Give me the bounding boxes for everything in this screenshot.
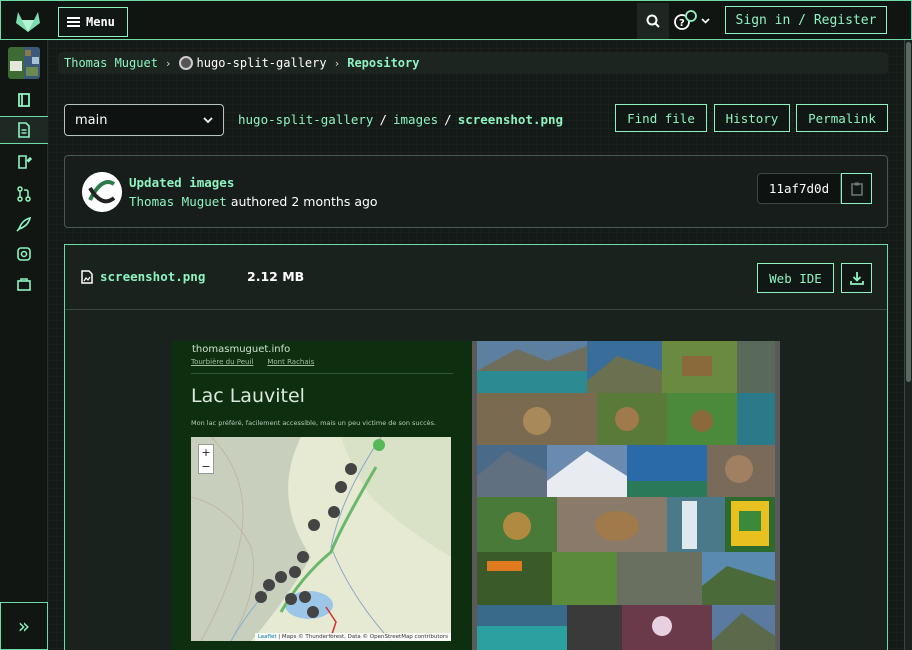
- path-folder[interactable]: images: [393, 112, 438, 127]
- file-size: 2.12 MB: [247, 269, 305, 284]
- map-zoom-out: −: [201, 459, 211, 473]
- history-button[interactable]: History: [714, 104, 790, 132]
- map-zoom-controls: + −: [198, 444, 214, 474]
- last-commit-panel: Updated images Thomas Muguet authored 2 …: [64, 155, 888, 228]
- gallery-thumbnails: [477, 341, 775, 650]
- releases-icon: [17, 247, 31, 261]
- preview-site-name: thomasmuguet.info: [192, 344, 291, 355]
- chevron-down-icon: [203, 116, 213, 123]
- preview-page: thomasmuguet.info Tourbière du Peuil Mon…: [172, 341, 472, 650]
- commit-meta: Thomas Muguet authored 2 months ago: [129, 194, 378, 209]
- commit-sha: 11af7d0d: [757, 173, 841, 204]
- top-bar: Menu ? Sign in / Register: [0, 0, 912, 40]
- menu-label: Menu: [86, 15, 115, 29]
- map-attribution-text: | Maps © Thunderforest, Data © OpenStree…: [276, 634, 448, 640]
- issues-icon: [18, 155, 32, 169]
- svg-text:?: ?: [679, 18, 685, 29]
- permalink-button[interactable]: Permalink: [796, 104, 888, 132]
- copy-icon: [850, 182, 863, 196]
- preview-prev-link: Tourbière du Peuil: [191, 358, 254, 366]
- chevron-down-icon: [701, 18, 710, 24]
- menu-button[interactable]: Menu: [58, 7, 128, 37]
- expand-sidebar-icon: »: [17, 614, 31, 638]
- breadcrumb-owner[interactable]: Thomas Muguet: [64, 56, 158, 70]
- sidebar-item-packages[interactable]: [0, 270, 48, 298]
- file-name-label: screenshot.png: [100, 269, 206, 284]
- copy-sha-button[interactable]: [841, 173, 872, 204]
- preview-divider: [191, 373, 453, 374]
- sidebar-item-issues[interactable]: [0, 148, 48, 176]
- packages-icon: [17, 278, 31, 291]
- find-file-button[interactable]: Find file: [615, 104, 707, 132]
- sidebar-item-deployments[interactable]: [0, 210, 48, 238]
- search-icon: [646, 14, 660, 28]
- sidebar: »: [0, 40, 48, 650]
- commit-title[interactable]: Updated images: [129, 175, 234, 190]
- path-separator: /: [379, 112, 387, 127]
- download-button[interactable]: [841, 263, 872, 293]
- project-avatar[interactable]: [8, 47, 40, 79]
- sign-in-register-button[interactable]: Sign in / Register: [725, 6, 887, 34]
- path-file: screenshot.png: [457, 112, 564, 127]
- sidebar-item-repository[interactable]: [0, 116, 48, 144]
- breadcrumb-separator: ›: [333, 56, 341, 70]
- file-viewer: screenshot.png 2.12 MB Web IDE thomasmug…: [64, 244, 888, 650]
- branch-name: main: [75, 112, 108, 128]
- map-zoom-in: +: [201, 445, 211, 459]
- preview-nav: Tourbière du Peuil Mont Rachais: [191, 358, 314, 366]
- deployments-icon: [16, 216, 32, 232]
- sidebar-item-releases[interactable]: [0, 240, 48, 268]
- author-avatar[interactable]: [82, 172, 122, 212]
- preview-map: + − Leaflet | Maps © Thunderforest, Data…: [191, 437, 451, 641]
- commit-time: authored 2 months ago: [230, 194, 378, 209]
- path-separator: /: [444, 112, 452, 127]
- breadcrumb: Thomas Muguet › hugo-split-gallery › Rep…: [58, 52, 888, 74]
- map-terrain: [191, 437, 451, 641]
- path-project[interactable]: hugo-split-gallery: [238, 112, 373, 127]
- file-name: screenshot.png: [81, 269, 205, 284]
- file-image-icon: [81, 269, 93, 284]
- download-icon: [849, 272, 864, 285]
- breadcrumb-section[interactable]: Repository: [347, 56, 419, 70]
- map-attribution-leaflet: Leaflet: [257, 634, 277, 640]
- preview-title: Lac Lauvitel: [191, 385, 305, 407]
- web-ide-button[interactable]: Web IDE: [757, 263, 834, 293]
- hamburger-icon: [67, 17, 80, 27]
- help-dropdown[interactable]: ?: [673, 9, 713, 33]
- scrollbar-thumb[interactable]: [906, 42, 911, 382]
- commit-author[interactable]: Thomas Muguet: [129, 194, 227, 209]
- preview-split-edge: [775, 341, 780, 650]
- repository-icon: [18, 122, 30, 138]
- help-icon: ?: [674, 10, 697, 30]
- gitlab-logo-icon[interactable]: [15, 9, 41, 33]
- image-preview: thomasmuguet.info Tourbière du Peuil Mon…: [172, 341, 780, 650]
- breadcrumb-separator: ›: [164, 56, 172, 70]
- branch-selector[interactable]: main: [64, 104, 224, 136]
- project-icon: [18, 93, 30, 107]
- preview-next-link: Mont Rachais: [267, 358, 315, 366]
- project-avatar-icon: [178, 56, 193, 70]
- page-scrollbar[interactable]: [904, 40, 912, 650]
- file-path: hugo-split-gallery / images / screenshot…: [238, 112, 563, 127]
- sidebar-item-project[interactable]: [0, 86, 48, 114]
- breadcrumb-project-label: hugo-split-gallery: [196, 56, 327, 70]
- merge-request-icon: [17, 186, 31, 202]
- sidebar-item-merge-requests[interactable]: [0, 180, 48, 208]
- preview-description: Mon lac préféré, facilement accessible, …: [191, 419, 437, 427]
- map-attribution: Leaflet | Maps © Thunderforest, Data © O…: [254, 633, 451, 641]
- search-button[interactable]: [637, 3, 669, 39]
- preview-gallery: [477, 341, 775, 650]
- expand-sidebar-button[interactable]: »: [0, 602, 48, 650]
- file-header: screenshot.png 2.12 MB Web IDE: [65, 245, 887, 310]
- breadcrumb-project[interactable]: hugo-split-gallery: [178, 56, 327, 70]
